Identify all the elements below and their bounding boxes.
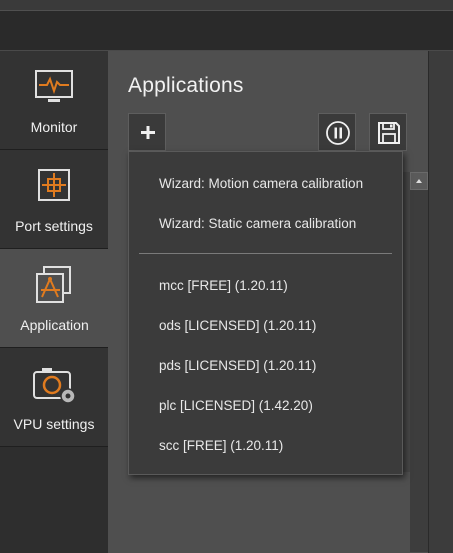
menu-item-app-plc[interactable]: plc [LICENSED] (1.42.20) <box>159 398 313 413</box>
right-panel-edge <box>428 51 453 553</box>
scroll-up-button[interactable] <box>410 172 428 190</box>
pause-icon <box>326 121 350 145</box>
pause-button[interactable] <box>318 113 356 151</box>
menu-item-app-ods[interactable]: ods [LICENSED] (1.20.11) <box>159 318 316 333</box>
sidebar-item-monitor[interactable]: Monitor <box>0 51 108 150</box>
add-application-menu: Wizard: Motion camera calibration Wizard… <box>128 151 403 475</box>
page-title: Applications <box>128 74 244 97</box>
sidebar-item-label: Port settings <box>15 218 93 234</box>
plus-icon <box>141 126 155 139</box>
menu-item-wizard-motion[interactable]: Wizard: Motion camera calibration <box>159 176 363 191</box>
sidebar-item-vpu-settings[interactable]: VPU settings <box>0 348 108 447</box>
crosshair-icon <box>38 169 70 201</box>
menu-item-app-scc[interactable]: scc [FREE] (1.20.11) <box>159 438 283 453</box>
application-icon <box>36 266 71 303</box>
header-bar <box>0 11 453 51</box>
menu-item-wizard-static[interactable]: Wizard: Static camera calibration <box>159 216 356 231</box>
monitor-icon <box>35 70 73 102</box>
menu-item-app-mcc[interactable]: mcc [FREE] (1.20.11) <box>159 278 288 293</box>
sidebar: Monitor Port settings Application VPU se… <box>0 51 109 553</box>
scrollbar[interactable] <box>410 172 428 552</box>
title-bar <box>0 0 453 11</box>
save-button[interactable] <box>369 113 407 151</box>
sidebar-item-label: Monitor <box>30 119 78 135</box>
menu-item-app-pds[interactable]: pds [LICENSED] (1.20.11) <box>159 358 316 373</box>
sidebar-item-application[interactable]: Application <box>0 249 109 348</box>
camera-gear-icon <box>33 368 76 404</box>
sidebar-item-label: VPU settings <box>13 416 95 432</box>
save-icon <box>378 122 400 144</box>
menu-separator <box>139 253 392 254</box>
sidebar-item-label: Application <box>20 317 89 333</box>
add-button[interactable] <box>128 113 166 151</box>
sidebar-item-port-settings[interactable]: Port settings <box>0 150 108 249</box>
